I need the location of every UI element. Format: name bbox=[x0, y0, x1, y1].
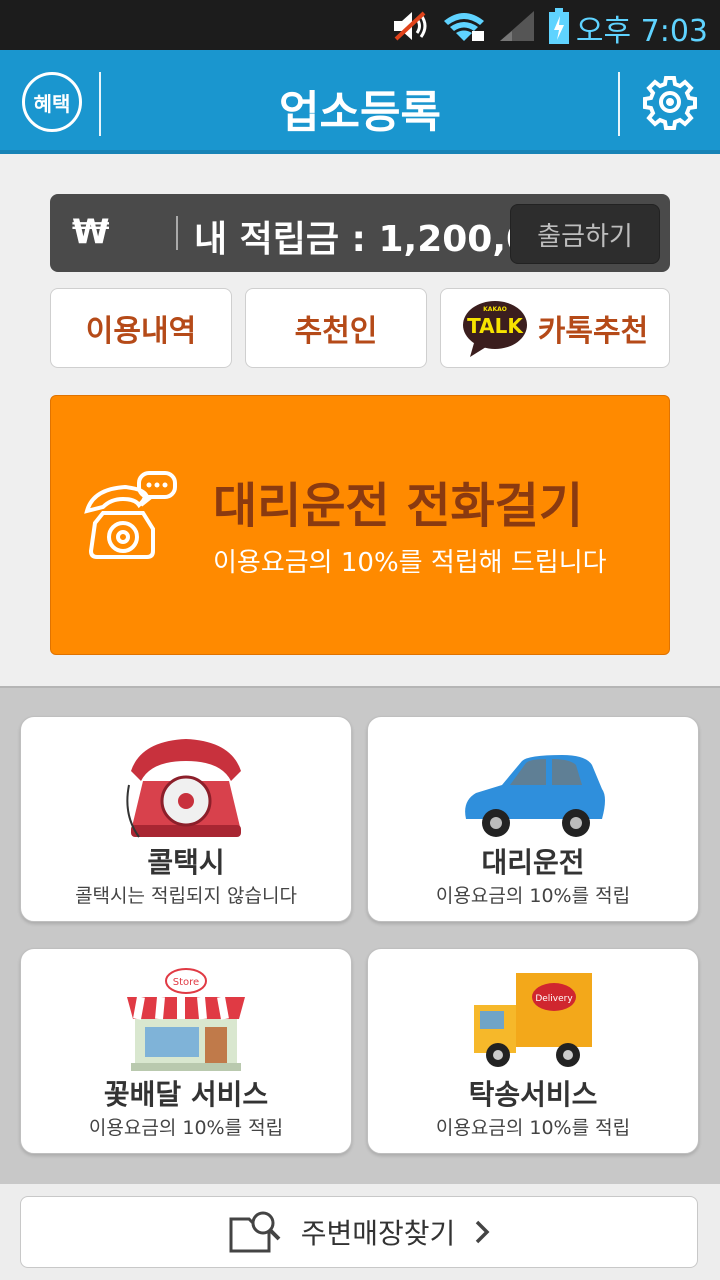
battery-icon bbox=[549, 8, 569, 44]
kakao-badge-text: TALK bbox=[467, 314, 524, 338]
withdraw-button[interactable]: 출금하기 bbox=[510, 204, 660, 264]
store-illustration: Store bbox=[21, 967, 351, 1077]
call-driver-banner[interactable]: 대리운전 전화걸기 이용요금의 10%를 적립해 드립니다 bbox=[50, 395, 670, 655]
kakao-recommend-label: 카톡추천 bbox=[537, 314, 649, 349]
kakao-talk-icon: KAKAO TALK bbox=[462, 301, 527, 357]
service-name: 콜택시 bbox=[147, 846, 225, 879]
gear-icon[interactable] bbox=[642, 74, 698, 130]
chevron-right-icon bbox=[476, 1220, 490, 1244]
savings-bar: ₩ 내 적립금 : 1,200,000 출금하기 bbox=[50, 194, 670, 272]
history-button[interactable]: 이용내역 bbox=[50, 288, 232, 368]
service-desc: 콜택시는 적립되지 않습니다 bbox=[75, 885, 297, 907]
status-bar: 오후 7:03 bbox=[0, 0, 720, 50]
status-time: 오후 7:03 bbox=[575, 14, 708, 49]
kakao-recommend-button[interactable]: KAKAO TALK 카톡추천 bbox=[440, 288, 670, 368]
map-search-icon bbox=[229, 1211, 281, 1253]
call-banner-subtitle: 이용요금의 10%를 적립해 드립니다 bbox=[213, 548, 607, 578]
page-title: 업소등록 bbox=[279, 87, 441, 138]
store-icon: Store bbox=[127, 968, 245, 1071]
mute-icon bbox=[394, 11, 427, 41]
status-icons bbox=[390, 8, 570, 44]
history-label: 이용내역 bbox=[85, 314, 197, 349]
truck-sign-text: Delivery bbox=[535, 994, 573, 1004]
service-name: 대리운전 bbox=[481, 846, 585, 879]
call-banner-title: 대리운전 전화걸기 bbox=[213, 478, 583, 534]
referrer-label: 추천인 bbox=[294, 314, 378, 349]
referrer-button[interactable]: 추천인 bbox=[245, 288, 427, 368]
won-symbol: ₩ bbox=[72, 212, 110, 252]
service-card-designated-driver[interactable]: 대리운전 이용요금의 10%를 적립 bbox=[367, 716, 699, 922]
service-desc: 이용요금의 10%를 적립 bbox=[88, 1117, 284, 1139]
service-name: 탁송서비스 bbox=[468, 1078, 598, 1111]
wifi-icon bbox=[444, 13, 484, 41]
store-sign-text: Store bbox=[173, 977, 199, 988]
kakao-badge-small: KAKAO bbox=[483, 306, 507, 313]
service-card-consignment[interactable]: Delivery 탁송서비스 이용요금의 10%를 적립 bbox=[367, 948, 699, 1154]
retro-phone-icon bbox=[126, 739, 241, 838]
retro-phone-illustration bbox=[21, 735, 351, 845]
nearby-label: 주변매장찾기 bbox=[300, 1217, 456, 1250]
app-header: 혜택 업소등록 bbox=[0, 50, 720, 154]
find-nearby-stores-button[interactable]: 주변매장찾기 bbox=[20, 1196, 698, 1268]
signal-icon bbox=[500, 11, 534, 41]
truck-illustration: Delivery bbox=[368, 967, 698, 1077]
truck-icon: Delivery bbox=[474, 973, 592, 1067]
service-card-call-taxi[interactable]: 콜택시 콜택시는 적립되지 않습니다 bbox=[20, 716, 352, 922]
savings-divider bbox=[176, 216, 178, 250]
service-desc: 이용요금의 10%를 적립 bbox=[435, 1117, 631, 1139]
service-desc: 이용요금의 10%를 적립 bbox=[435, 885, 631, 907]
header-divider-right bbox=[618, 72, 620, 136]
telephone-icon bbox=[84, 471, 177, 559]
car-illustration bbox=[368, 735, 698, 845]
service-name: 꽃배달 서비스 bbox=[103, 1078, 269, 1111]
service-card-flower-delivery[interactable]: Store 꽃배달 서비스 이용요금의 10%를 적립 bbox=[20, 948, 352, 1154]
car-icon bbox=[465, 755, 605, 837]
